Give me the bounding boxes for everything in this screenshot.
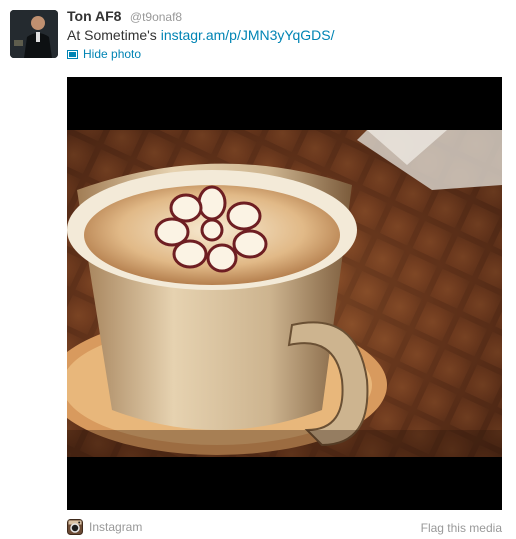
author-name[interactable]: Ton AF8 [67,8,121,24]
instagram-icon [67,519,83,535]
photo [67,130,502,457]
media-source[interactable]: Instagram [67,519,142,535]
tweet-link[interactable]: instagr.am/p/JMN3yYqGDS/ [161,27,335,43]
tweet-text: At Sometime's instagr.am/p/JMN3yYqGDS/ [67,27,334,43]
media-frame[interactable] [67,77,502,510]
media-source-label: Instagram [89,520,143,534]
hide-photo-label: Hide photo [83,47,142,61]
tweet-text-prefix: At Sometime's [67,27,161,43]
photo-icon [67,49,78,59]
author-handle[interactable]: @t9onaf8 [130,10,182,24]
avatar[interactable] [10,10,58,58]
coffee-photo [67,130,502,457]
avatar-image [10,10,58,58]
tweet-header: Ton AF8 @t9onaf8 [67,8,182,26]
hide-photo-button[interactable]: Hide photo [67,47,141,61]
flag-media-link[interactable]: Flag this media [421,521,502,535]
